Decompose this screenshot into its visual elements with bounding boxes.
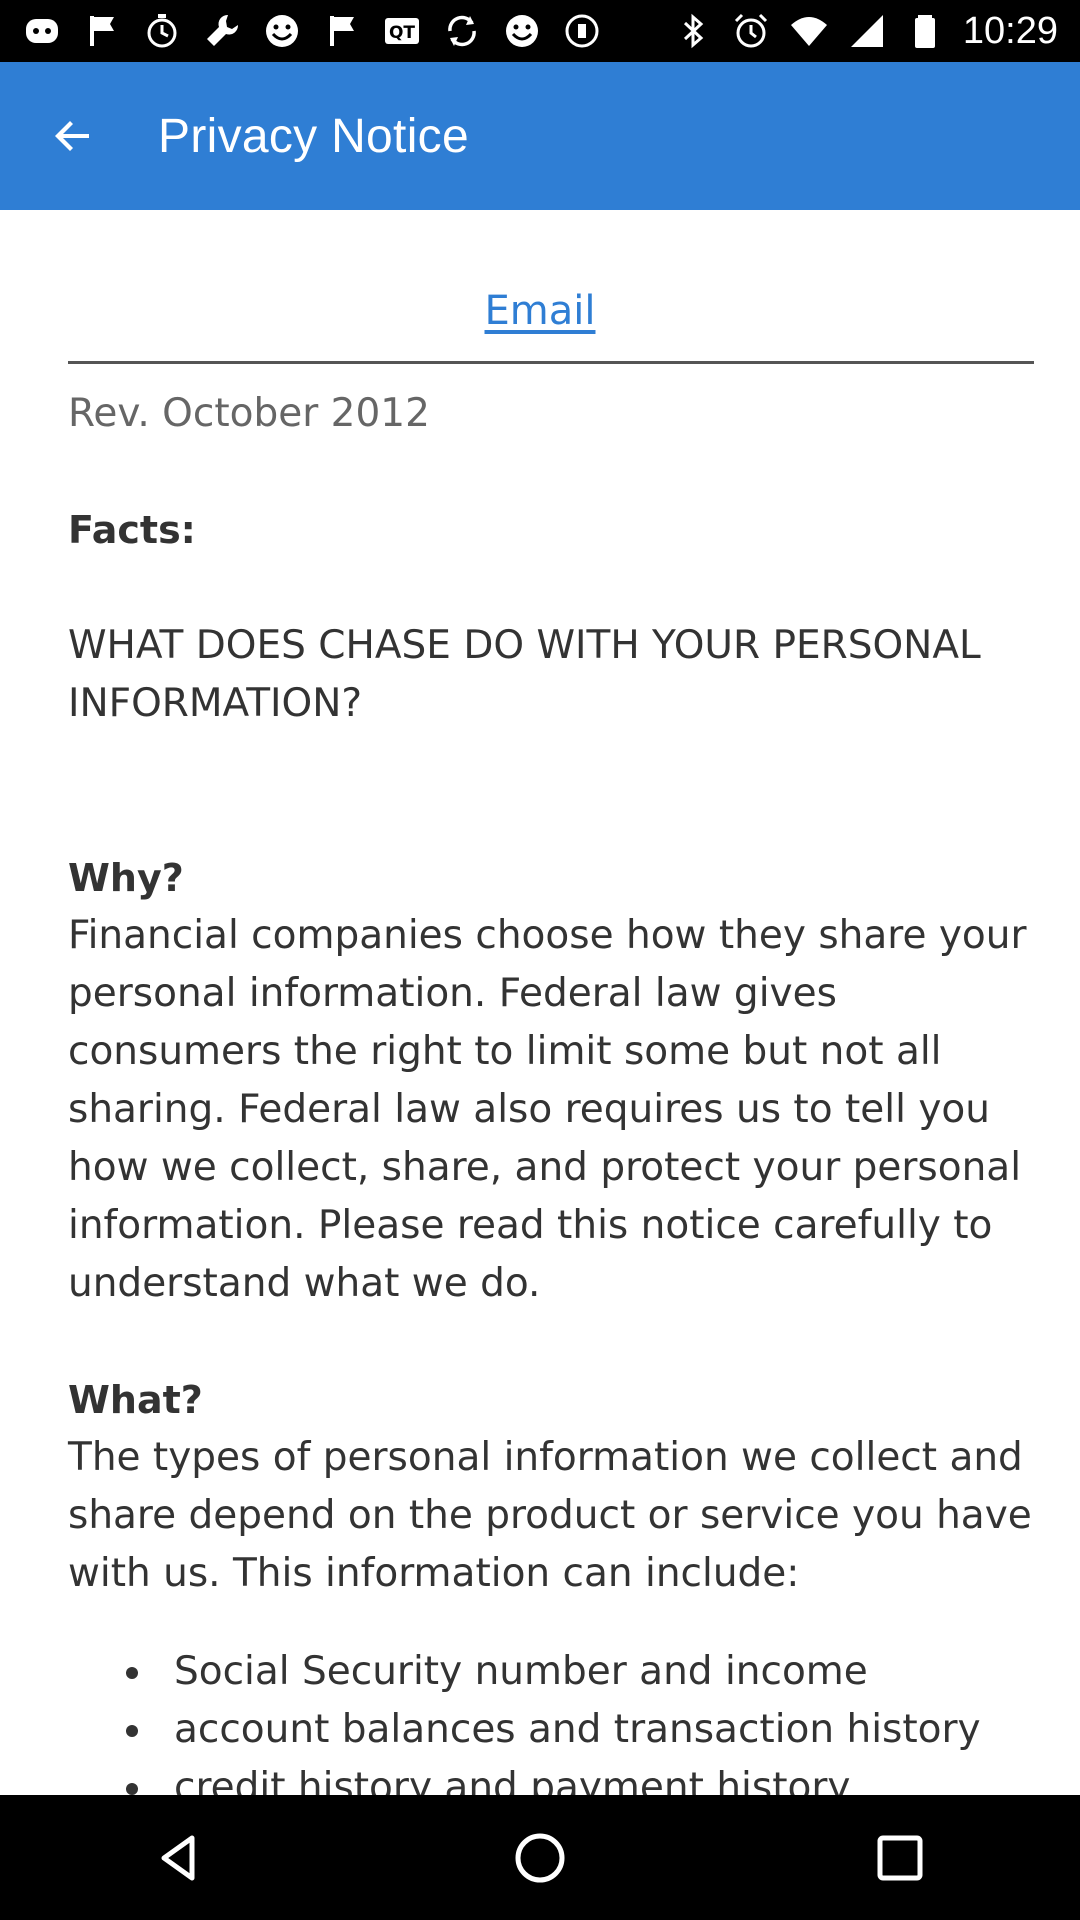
wifi-icon	[789, 11, 829, 51]
what-heading: What?	[68, 1378, 203, 1422]
status-bar: QT 10:29	[0, 0, 1080, 62]
nav-recents-button[interactable]	[840, 1798, 960, 1918]
notice-document: Rev. October 2012 Facts: WHAT DOES CHASE…	[68, 385, 1038, 1795]
divider	[68, 361, 1034, 364]
app-bar: Privacy Notice	[0, 62, 1080, 210]
nav-back-button[interactable]	[120, 1798, 240, 1918]
wrench-icon	[202, 11, 242, 51]
list-item: Social Security number and income	[68, 1643, 1038, 1701]
back-triangle-icon	[161, 1835, 195, 1880]
revision-date: Rev. October 2012	[68, 391, 430, 436]
why-heading: Why?	[68, 856, 184, 900]
nav-home-button[interactable]	[480, 1798, 600, 1918]
svg-text:QT: QT	[389, 23, 415, 43]
email-link[interactable]: Email	[0, 288, 1080, 334]
privacy-notice-content[interactable]: Email Rev. October 2012 Facts: WHAT DOES…	[0, 210, 1080, 1795]
stop-icon	[562, 11, 602, 51]
discord-icon	[22, 11, 62, 51]
list-item: credit history and payment history	[68, 1759, 1038, 1795]
smiley-icon	[262, 11, 302, 51]
home-circle-icon	[515, 1833, 565, 1882]
status-time: 10:29	[962, 9, 1058, 52]
facts-heading: Facts:	[68, 508, 196, 552]
what-text: The types of personal information we col…	[68, 1435, 1032, 1596]
timer-icon	[142, 11, 182, 51]
arrow-back-icon	[55, 121, 89, 151]
notification-icons: QT	[0, 11, 602, 51]
signal-icon	[847, 11, 887, 51]
qt-icon: QT	[382, 11, 422, 51]
list-item: account balances and transaction history	[68, 1701, 1038, 1759]
smiley-icon	[502, 11, 542, 51]
back-button[interactable]	[18, 62, 128, 210]
bluetooth-icon	[673, 11, 713, 51]
system-status: 10:29	[673, 10, 1080, 53]
recents-square-icon	[877, 1835, 923, 1880]
sync-icon	[442, 11, 482, 51]
navigation-bar	[0, 1795, 1080, 1920]
facts-question: WHAT DOES CHASE DO WITH YOUR PERSONAL IN…	[68, 623, 981, 726]
flag-icon	[82, 11, 122, 51]
flag-icon	[322, 11, 362, 51]
page-title: Privacy Notice	[158, 109, 469, 163]
info-types-list: Social Security number and income accoun…	[68, 1643, 1038, 1795]
alarm-icon	[731, 11, 771, 51]
battery-icon	[905, 11, 945, 51]
why-text: Financial companies choose how they shar…	[68, 913, 1027, 1306]
